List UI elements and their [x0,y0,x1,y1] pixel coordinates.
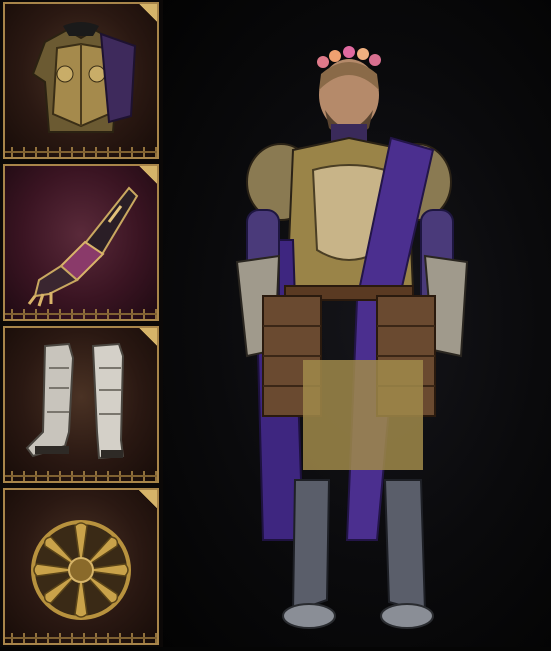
slot-chain-ornament [5,147,157,157]
equipment-slot-gloves[interactable] [3,164,159,321]
equipment-slot-chest[interactable] [3,2,159,159]
slot-chain-ornament [5,309,157,319]
breastplate-icon [31,22,137,133]
equipment-slot-boots[interactable] [3,326,159,483]
armored-knight-figure [235,46,469,629]
greaves-icon [25,342,125,460]
gauntlet-icon [27,186,139,307]
round-shield-icon [31,520,131,620]
equipment-sidebar [0,0,163,647]
equipment-slot-shield[interactable] [3,488,159,645]
character-preview [163,0,551,647]
slot-chain-ornament [5,471,157,481]
slot-chain-ornament [5,633,157,643]
